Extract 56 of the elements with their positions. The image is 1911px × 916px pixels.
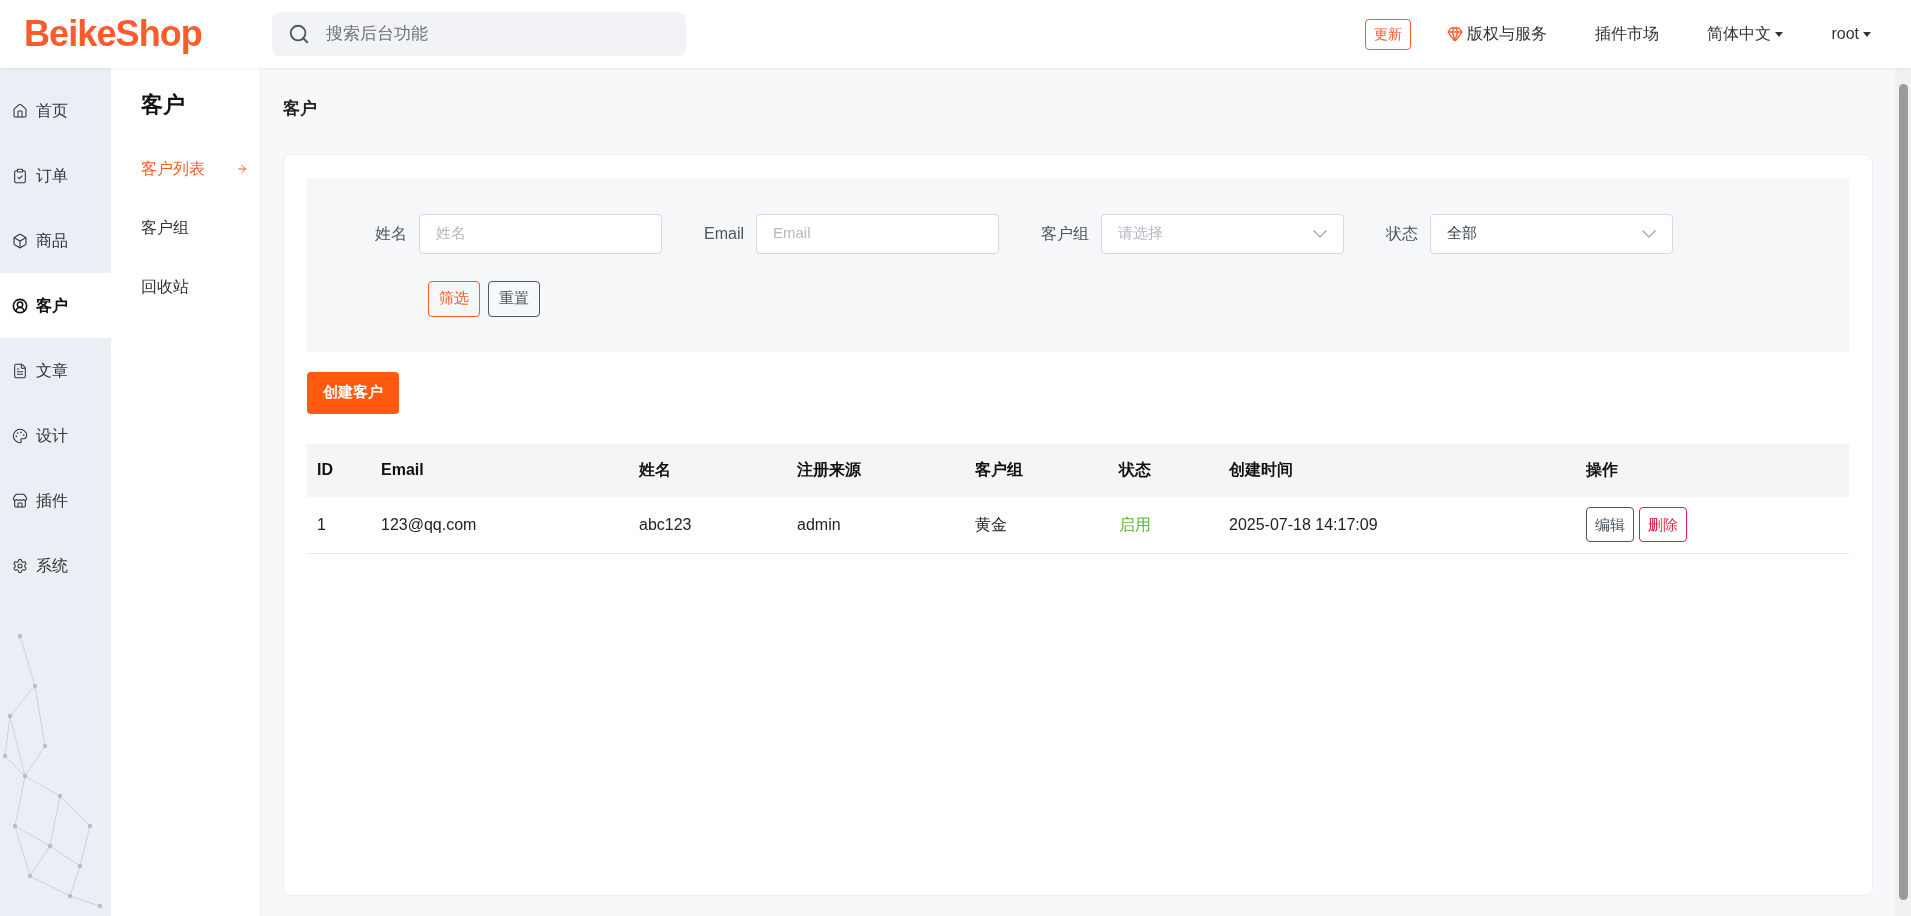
nav-item[interactable]: 订单 [0, 143, 111, 208]
table-cell: 2025-07-18 14:17:09 [1229, 496, 1586, 554]
delete-button[interactable]: 删除 [1639, 507, 1687, 543]
nav-icon [12, 297, 28, 314]
nav-icon [12, 557, 28, 574]
chevron-down-icon [1313, 229, 1327, 238]
nav-icon [12, 102, 28, 119]
field-label: Email [704, 223, 744, 244]
nav-item[interactable]: 商品 [0, 208, 111, 273]
chevron-down-icon [1642, 229, 1656, 238]
submenu-item[interactable]: 客户组 [141, 198, 260, 257]
header-link[interactable]: 简体中文 [1707, 22, 1784, 46]
column-header: 状态 [1119, 443, 1229, 497]
scrollbar[interactable] [1895, 68, 1911, 916]
page-title: 客户 [283, 98, 318, 120]
table-cell: 123@qq.com [381, 496, 639, 554]
nav-icon [12, 427, 28, 444]
column-header: Email [381, 443, 639, 497]
status-cell: 启用 [1119, 496, 1229, 554]
table-cell: abc123 [639, 496, 797, 554]
nav-icon [12, 232, 28, 249]
column-header: 操作 [1586, 443, 1849, 497]
column-header: 姓名 [639, 443, 797, 497]
column-header: 创建时间 [1229, 443, 1586, 497]
column-header: 注册来源 [797, 443, 975, 497]
caret-icon [1775, 31, 1784, 37]
table-cell: 1 [307, 496, 381, 554]
caret-icon [1863, 31, 1871, 37]
nav-icon [12, 492, 28, 509]
submenu-item[interactable]: 回收站 [141, 257, 260, 316]
field-label: 状态 [1386, 223, 1418, 244]
nav-item[interactable]: 首页 [0, 78, 111, 143]
nav-item[interactable]: 插件 [0, 468, 111, 533]
column-header: ID [307, 443, 381, 497]
search-icon [288, 23, 310, 45]
nav-icon [12, 362, 28, 379]
nav-item[interactable]: 系统 [0, 533, 111, 598]
nav-icon [12, 167, 28, 184]
nav-item[interactable]: 设计 [0, 403, 111, 468]
submenu-title: 客户 [141, 91, 186, 119]
nav-item[interactable]: 客户 [0, 273, 111, 338]
header-link[interactable]: root [1831, 22, 1871, 46]
table-cell: 黄金 [975, 496, 1119, 554]
table-cell: admin [797, 496, 975, 554]
arrow-right-icon [236, 162, 248, 175]
select-field[interactable]: 全部 [1430, 213, 1673, 254]
header-link[interactable]: 版权与服务 [1447, 22, 1548, 46]
field-label: 姓名 [375, 223, 407, 244]
gem-icon [1447, 26, 1464, 42]
filter-button[interactable]: 重置 [488, 280, 540, 317]
header-link[interactable]: 插件市场 [1595, 22, 1660, 46]
column-header: 客户组 [975, 443, 1119, 497]
field-label: 客户组 [1041, 223, 1089, 244]
search-field[interactable]: 搜索后台功能 [272, 12, 686, 56]
nav-item[interactable]: 文章 [0, 338, 111, 403]
edit-button[interactable]: 编辑 [1586, 507, 1634, 543]
